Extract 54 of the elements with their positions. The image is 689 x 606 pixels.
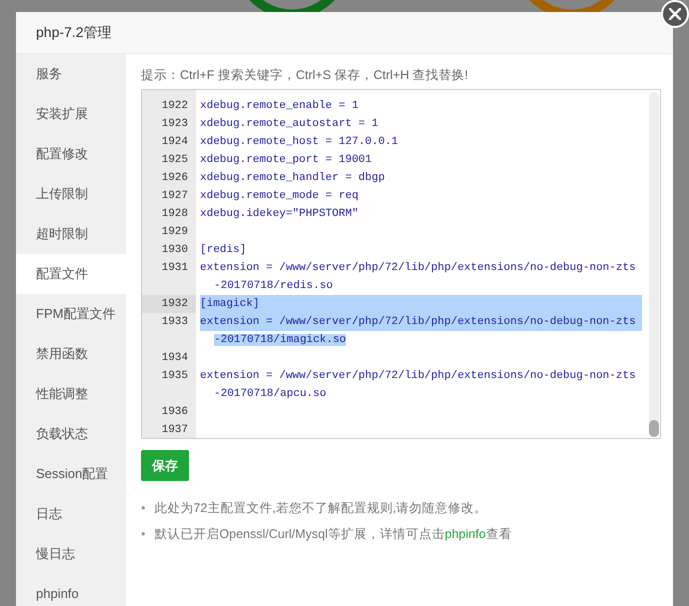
code-line: extension = /www/server/php/72/lib/php/extensions/no-debug-non-zts (200, 370, 636, 382)
line-number: 1933 (160, 314, 189, 330)
code-line: extension = /www/server/php/72/lib/php/extensions/no-debug-non-zts (200, 316, 636, 328)
code-line: -20170718/apcu.so (214, 388, 326, 400)
note-text: 此处为72主配置文件,若您不了解配置规则,请勿随意修改。 (154, 500, 488, 518)
line-number: 1934 (160, 350, 189, 366)
bullet: • (141, 526, 146, 543)
line-number: 1928 (160, 206, 189, 222)
line-number: 1936 (160, 404, 189, 420)
bullet: • (141, 500, 146, 518)
sidebar-item[interactable]: FPM配置文件 (16, 294, 126, 334)
sidebar-item[interactable]: 日志 (16, 494, 126, 534)
close-icon (669, 8, 681, 20)
line-number: 1927 (160, 188, 189, 204)
sidebar-item[interactable]: 性能调整 (16, 374, 126, 414)
line-number: 1926 (160, 170, 189, 186)
line-number: 1929 (160, 224, 189, 240)
line-number: 1935 (160, 368, 189, 384)
line-number: 1923 (160, 116, 189, 132)
line-number: 1922 (160, 98, 189, 114)
dialog-title: php-7.2管理 (36, 23, 112, 42)
code-line: [imagick] (200, 298, 260, 310)
sidebar-item[interactable]: 超时限制 (16, 214, 126, 254)
code-line: xdebug.remote_mode = req (200, 190, 358, 202)
sidebar-item[interactable]: 上传限制 (16, 174, 126, 214)
code-editor[interactable] (141, 88, 661, 439)
sidebar-item[interactable]: 配置修改 (16, 134, 126, 174)
code-line: xdebug.remote_autostart = 1 (200, 118, 378, 130)
line-number: 1932 (142, 294, 196, 313)
code-line: xdebug.idekey="PHPSTORM" (200, 208, 358, 220)
sidebar-item[interactable]: 禁用函数 (16, 334, 126, 374)
sidebar-item[interactable]: 负载状态 (16, 414, 126, 454)
note-text: 默认已开启Openssl/Curl/Mysql等扩展，详情可点击phpinfo查看 (154, 526, 512, 543)
scrollbar-thumb[interactable] (649, 420, 659, 437)
sidebar-item[interactable]: 配置文件 (16, 254, 126, 294)
close-button[interactable] (661, 0, 689, 28)
sidebar-item[interactable]: 安装扩展 (16, 94, 126, 134)
sidebar-item[interactable]: phpinfo (16, 574, 126, 606)
code-line: xdebug.remote_port = 19001 (200, 154, 372, 166)
line-number: 1930 (160, 242, 189, 258)
line-number: 1924 (160, 134, 189, 150)
code-line: xdebug.remote_handler = dbgp (200, 172, 385, 184)
line-number: 1937 (160, 422, 189, 438)
code-line: -20170718/redis.so (214, 280, 333, 292)
code-line: xdebug.remote_host = 127.0.0.1 (200, 136, 398, 148)
code-line: xdebug.remote_enable = 1 (200, 100, 358, 112)
code-line: extension = /www/server/php/72/lib/php/extensions/no-debug-non-zts (200, 262, 636, 274)
code-line: [redis] (200, 244, 246, 256)
sidebar-item[interactable]: 慢日志 (16, 534, 126, 574)
line-number: 1925 (160, 152, 189, 168)
sidebar-item[interactable]: 服务 (16, 54, 126, 94)
hint-text: 提示：Ctrl+F 搜索关键字，Ctrl+S 保存，Ctrl+H 查找替换! (141, 67, 470, 84)
line-number: 1931 (160, 260, 189, 276)
sidebar-item[interactable]: Session配置 (16, 454, 126, 494)
